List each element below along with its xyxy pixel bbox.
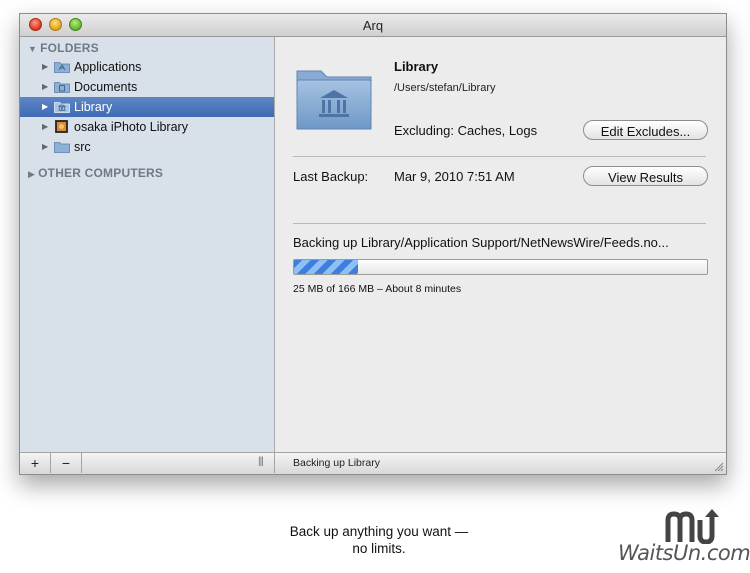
iphoto-library-icon [55, 120, 68, 133]
progress-fill [294, 260, 358, 274]
documents-folder-icon [54, 82, 70, 93]
detail-pane: Library /Users/stefan/Library Excluding:… [275, 37, 726, 453]
progress-status: 25 MB of 166 MB – About 8 minutes [293, 283, 462, 295]
disclosure-closed-icon[interactable]: ▶ [42, 142, 48, 151]
status-text: Backing up Library [293, 457, 380, 469]
folder-icon [54, 142, 70, 153]
sidebar: ▼ FOLDERS ▶ Applications ▶ Documents ▶ L… [20, 37, 275, 453]
divider [274, 453, 275, 473]
caption-line: Back up anything you want — [289, 524, 469, 539]
bottom-bar: + − ||| Backing up Library [20, 452, 726, 474]
disclosure-closed-icon[interactable]: ▶ [42, 122, 48, 131]
add-folder-button[interactable]: + [20, 453, 51, 473]
window-resize-grip-icon[interactable] [713, 461, 724, 472]
backup-current-file: Backing up Library/Application Support/N… [293, 235, 669, 250]
sidebar-item-label: osaka iPhoto Library [74, 120, 188, 134]
sidebar-item-documents[interactable]: ▶ Documents [20, 77, 274, 97]
sidebar-item-label: Library [74, 100, 113, 114]
excludes-summary: Excluding: Caches, Logs [394, 123, 538, 138]
edit-excludes-button[interactable]: Edit Excludes... [583, 120, 708, 140]
disclosure-closed-icon[interactable]: ▶ [42, 102, 48, 111]
sidebar-item-src[interactable]: ▶ src [20, 137, 274, 157]
sidebar-item-osaka-iphoto-library[interactable]: ▶ osaka iPhoto Library [20, 117, 274, 137]
backup-folder-path: /Users/stefan/Library [394, 82, 496, 94]
disclosure-closed-icon[interactable]: ▶ [42, 82, 48, 91]
applications-folder-icon [54, 62, 70, 73]
watermark-logo-icon [665, 509, 719, 544]
view-results-button[interactable]: View Results [583, 166, 708, 186]
remove-folder-button[interactable]: − [51, 453, 82, 473]
sidebar-item-label: Documents [74, 80, 138, 94]
title-bar[interactable]: Arq [20, 14, 726, 37]
watermark-text: WaitsUn.com [618, 541, 750, 565]
window-title: Arq [362, 18, 384, 33]
last-backup-value: Mar 9, 2010 7:51 AM [394, 169, 515, 184]
sidebar-item-label: Applications [74, 60, 142, 74]
app-window: Arq ▼ FOLDERS ▶ Applications ▶ Documents … [19, 13, 727, 475]
sidebar-item-applications[interactable]: ▶ Applications [20, 57, 274, 77]
backup-folder-name: Library [394, 59, 439, 74]
other-computers-section-header[interactable]: ▶ OTHER COMPUTERS [28, 166, 163, 180]
backup-progress-bar [293, 259, 708, 275]
sidebar-item-library[interactable]: ▶ Library [20, 97, 274, 117]
sidebar-resize-handle-icon[interactable]: ||| [258, 456, 264, 467]
caption: Back up anything you want — no limits. [270, 523, 488, 557]
divider [293, 223, 706, 224]
caption-line: no limits. [352, 541, 406, 556]
disclosure-closed-icon[interactable]: ▶ [42, 62, 48, 71]
disclosure-open-icon: ▼ [28, 44, 38, 54]
folders-section-header[interactable]: ▼ FOLDERS [28, 41, 99, 55]
divider [293, 156, 706, 157]
sidebar-item-label: src [74, 140, 91, 154]
library-folder-icon [54, 102, 70, 113]
disclosure-closed-icon: ▶ [28, 169, 36, 179]
library-folder-large-icon [296, 70, 372, 130]
last-backup-label: Last Backup: [293, 169, 369, 184]
